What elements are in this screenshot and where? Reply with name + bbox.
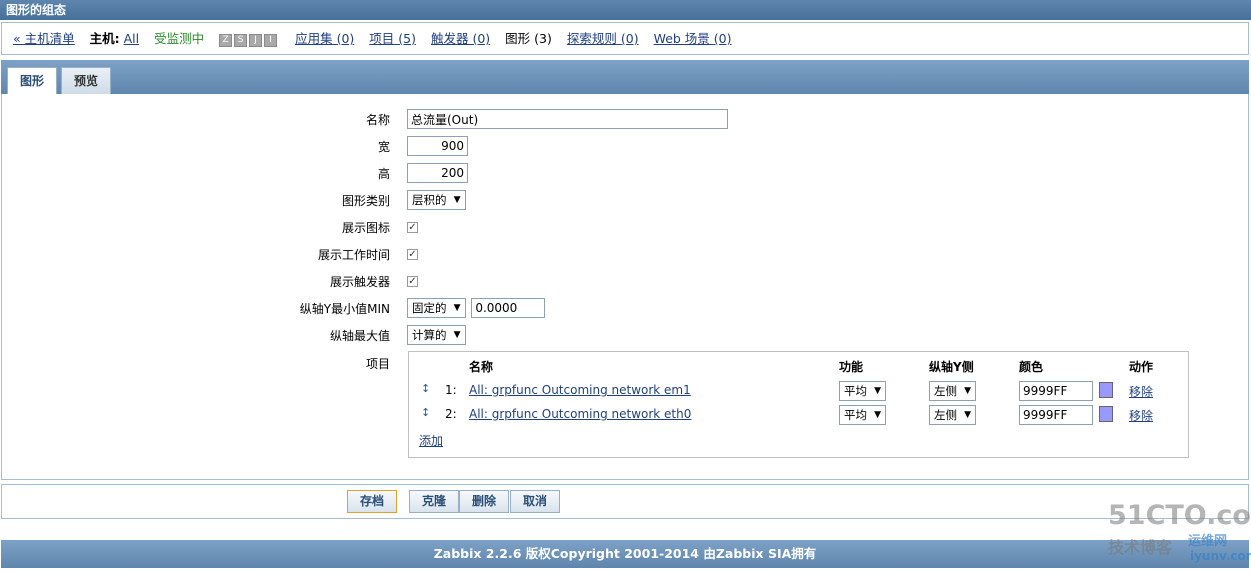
chevron-down-icon: ▼ (874, 386, 881, 396)
graph-type-row: 图形类别 层积的 ▼ (2, 190, 1242, 212)
items-label: 项目 (365, 357, 390, 371)
name-row: 名称 (2, 109, 1242, 131)
chevron-down-icon: ▼ (874, 410, 881, 420)
host-list-link[interactable]: « 主机清单 (13, 31, 75, 46)
tab-graph[interactable]: 图形 (7, 67, 58, 94)
col-header-color: 颜色 (1019, 360, 1044, 374)
ipmi-icon: I (264, 34, 278, 47)
delete-button[interactable]: 删除 (459, 490, 510, 513)
ymin-type-select[interactable]: 固定的 ▼ (407, 298, 466, 318)
show-triggers-row: 展示触发器 ✓ (2, 271, 1242, 293)
web-scenarios-link[interactable]: Web 场景 (0) (654, 31, 732, 46)
col-header-function: 功能 (839, 360, 864, 374)
item-yside-select[interactable]: 左侧 ▼ (929, 405, 976, 425)
col-header-yside: 纵轴Y侧 (929, 360, 974, 374)
show-triggers-checkbox[interactable]: ✓ (407, 276, 418, 287)
height-input[interactable] (407, 163, 468, 183)
name-label: 名称 (365, 113, 390, 127)
cancel-button[interactable]: 取消 (510, 490, 561, 513)
items-link[interactable]: 项目 (5) (369, 31, 416, 46)
zabbix-agent-icon: Z (219, 34, 233, 47)
col-header-name: 名称 (469, 360, 494, 374)
graphs-current: 图形 (3) (505, 31, 552, 46)
monitored-status: 受监测中 (154, 31, 205, 46)
item-number: 2: (445, 407, 457, 421)
item-color-input[interactable] (1019, 405, 1093, 425)
page-title-bar: 图形的组态 (0, 0, 1251, 20)
ymin-value-input[interactable] (471, 298, 546, 318)
table-row: ↕ 2: All: grpfunc Outcoming network eth0… (409, 404, 1188, 426)
chevron-down-icon: ▼ (453, 330, 461, 340)
host-all-link[interactable]: All (124, 31, 140, 46)
height-row: 高 (2, 163, 1242, 185)
graph-type-select[interactable]: 层积的 ▼ (407, 190, 466, 210)
show-worktime-label: 展示工作时间 (317, 248, 390, 262)
tab-strip: 图形 预览 (1, 60, 1249, 94)
width-label: 宽 (377, 140, 390, 154)
drag-handle-icon[interactable]: ↕ (421, 406, 430, 419)
height-label: 高 (377, 167, 390, 181)
show-legend-checkbox[interactable]: ✓ (407, 222, 418, 233)
save-button[interactable]: 存档 (347, 490, 398, 513)
footer: Zabbix 2.2.6 版权Copyright 2001-2014 由Zabb… (1, 540, 1249, 568)
item-remove-link[interactable]: 移除 (1129, 383, 1153, 400)
discovery-rules-link[interactable]: 探索规则 (0) (567, 31, 639, 46)
host-label: 主机: (89, 31, 120, 46)
show-legend-label: 展示图标 (341, 221, 390, 235)
ymax-row: 纵轴最大值 计算的 ▼ (2, 325, 1242, 347)
ymin-row: 纵轴Y最小值MIN 固定的 ▼ (2, 298, 1242, 320)
chevron-down-icon: ▼ (453, 195, 461, 205)
name-input[interactable] (407, 109, 728, 129)
add-item-link[interactable]: 添加 (419, 432, 443, 449)
clone-button[interactable]: 克隆 (409, 490, 460, 513)
items-table: 名称 功能 纵轴Y侧 颜色 动作 ↕ 1: All: grpfunc Outco… (408, 351, 1189, 458)
color-swatch[interactable] (1099, 406, 1113, 422)
item-remove-link[interactable]: 移除 (1129, 407, 1153, 424)
form-buttons: 存档 克隆 删除 取消 (1, 484, 1249, 519)
item-name-link[interactable]: All: grpfunc Outcoming network em1 (469, 383, 691, 397)
item-function-select[interactable]: 平均 ▼ (839, 405, 886, 425)
graph-form: 名称 宽 高 图形类别 层积的▼ 展示图标 ✓ 展示工作时间 ✓ 展示触发器 ✓… (1, 94, 1249, 480)
ymin-label: 纵轴Y最小值MIN (299, 302, 390, 316)
chevron-down-icon: ▼ (453, 303, 461, 313)
jmx-icon: J (249, 34, 263, 47)
show-legend-row: 展示图标 ✓ (2, 217, 1242, 239)
page-title: 图形的组态 (6, 3, 67, 17)
availability-icons: ZSJI (219, 24, 279, 55)
applications-link[interactable]: 应用集 (0) (295, 31, 354, 46)
footer-copyright: Zabbix 2.2.6 版权Copyright 2001-2014 由Zabb… (433, 546, 817, 561)
show-worktime-checkbox[interactable]: ✓ (407, 249, 418, 260)
item-color-input[interactable] (1019, 381, 1093, 401)
ymax-type-select[interactable]: 计算的 ▼ (407, 325, 466, 345)
show-worktime-row: 展示工作时间 ✓ (2, 244, 1242, 266)
width-input[interactable] (407, 136, 468, 156)
table-row: ↕ 1: All: grpfunc Outcoming network em1 … (409, 380, 1188, 402)
width-row: 宽 (2, 136, 1242, 158)
triggers-link[interactable]: 触发器 (0) (431, 31, 490, 46)
snmp-icon: S (234, 34, 248, 47)
color-swatch[interactable] (1099, 382, 1113, 398)
chevron-down-icon: ▼ (964, 410, 971, 420)
item-yside-select[interactable]: 左侧 ▼ (929, 381, 976, 401)
item-function-select[interactable]: 平均 ▼ (839, 381, 886, 401)
item-number: 1: (445, 383, 457, 397)
item-name-link[interactable]: All: grpfunc Outcoming network eth0 (469, 407, 691, 421)
ymax-label: 纵轴最大值 (329, 329, 390, 343)
drag-handle-icon[interactable]: ↕ (421, 382, 430, 395)
chevron-down-icon: ▼ (964, 386, 971, 396)
graph-type-label: 图形类别 (341, 194, 390, 208)
col-header-action: 动作 (1129, 360, 1154, 374)
show-triggers-label: 展示触发器 (329, 275, 390, 289)
tab-preview[interactable]: 预览 (61, 67, 112, 94)
host-navigation: « 主机清单 主机: All 受监测中 ZSJI 应用集 (0) 项目 (5) … (1, 22, 1249, 55)
